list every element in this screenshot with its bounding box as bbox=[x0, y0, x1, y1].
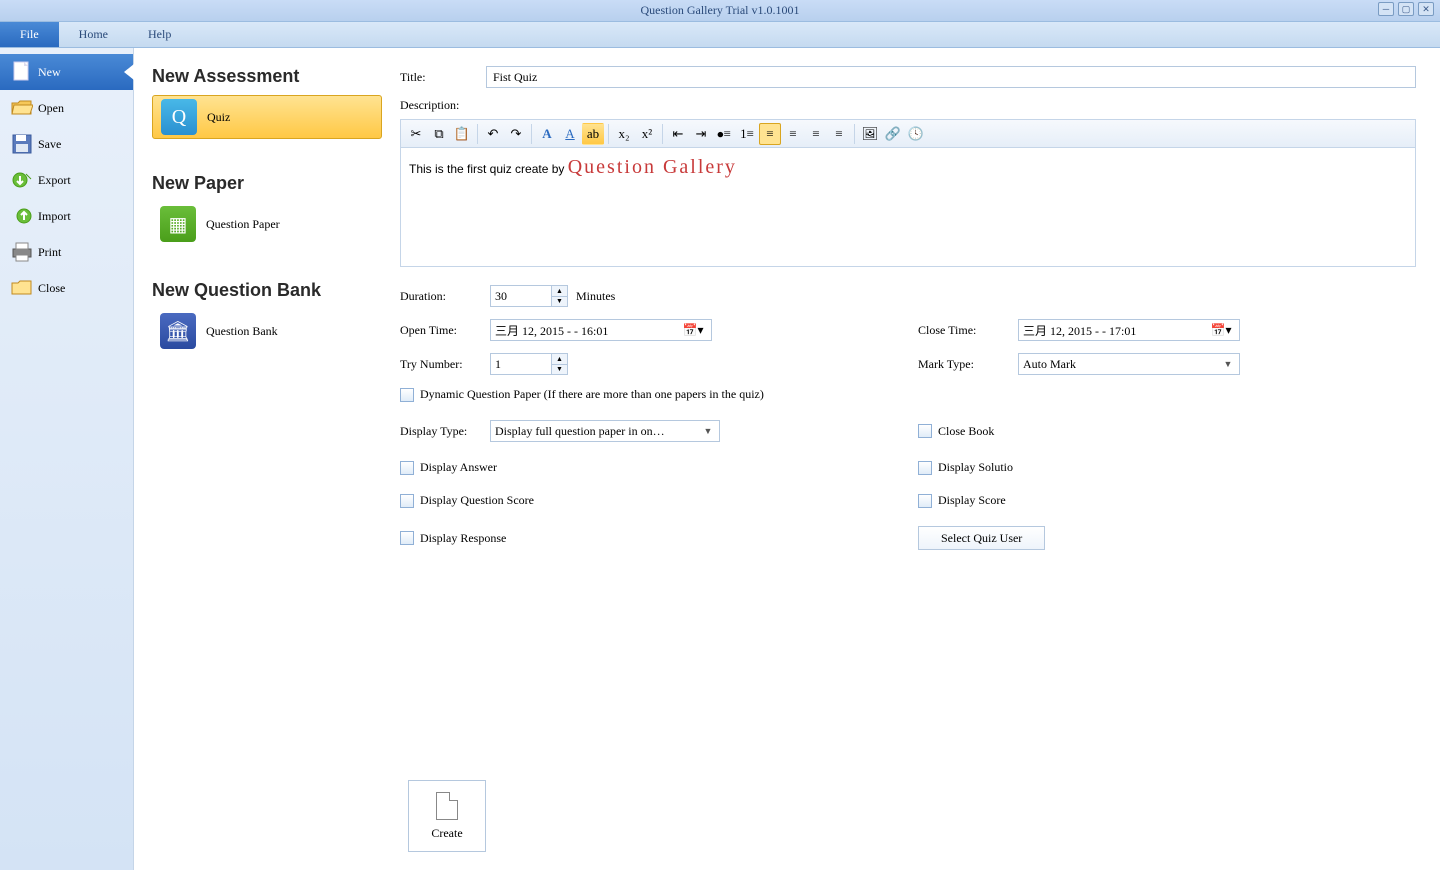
create-button[interactable]: Create bbox=[408, 780, 486, 852]
redo-icon[interactable]: ↷ bbox=[505, 123, 527, 145]
try-number-label: Try Number: bbox=[400, 357, 490, 372]
dynamic-label: Dynamic Question Paper (If there are mor… bbox=[420, 387, 764, 402]
close-time-picker[interactable]: 三月 12, 2015 - - 17:01 📅▾ bbox=[1018, 319, 1240, 341]
title-bar: Question Gallery Trial v1.0.1001 ─ ▢ ✕ bbox=[0, 0, 1440, 22]
heading-assessment: New Assessment bbox=[152, 66, 382, 87]
chevron-down-icon[interactable]: ▼ bbox=[701, 426, 715, 436]
sidebar-item-new[interactable]: New bbox=[0, 54, 133, 90]
display-response-checkbox[interactable] bbox=[400, 531, 414, 545]
menu-bar: File Home Help bbox=[0, 22, 1440, 48]
import-icon bbox=[10, 205, 34, 227]
display-answer-checkbox[interactable] bbox=[400, 461, 414, 475]
spin-down-icon[interactable]: ▼ bbox=[552, 365, 567, 375]
cut-icon[interactable]: ✂ bbox=[405, 123, 427, 145]
chevron-down-icon[interactable]: ▼ bbox=[1221, 359, 1235, 369]
description-highlight: Question Gallery bbox=[568, 156, 737, 178]
display-qscore-checkbox[interactable] bbox=[400, 494, 414, 508]
indent-icon[interactable]: ⇤ bbox=[667, 123, 689, 145]
menu-home[interactable]: Home bbox=[59, 22, 128, 47]
superscript-icon[interactable]: x² bbox=[636, 123, 658, 145]
align-center-icon[interactable]: ≡ bbox=[782, 123, 804, 145]
question-paper-icon: ▦ bbox=[160, 206, 196, 242]
image-icon[interactable]: 🖼 bbox=[859, 123, 881, 145]
sidebar-item-save[interactable]: Save bbox=[0, 126, 133, 162]
dynamic-checkbox[interactable] bbox=[400, 388, 414, 402]
align-left-icon[interactable]: ≡ bbox=[759, 123, 781, 145]
heading-bank: New Question Bank bbox=[152, 280, 382, 301]
display-solution-checkbox[interactable] bbox=[918, 461, 932, 475]
align-right-icon[interactable]: ≡ bbox=[805, 123, 827, 145]
duration-unit: Minutes bbox=[576, 289, 615, 304]
print-icon bbox=[10, 241, 34, 263]
select-quiz-user-button[interactable]: Select Quiz User bbox=[918, 526, 1045, 550]
spin-up-icon[interactable]: ▲ bbox=[552, 286, 567, 297]
undo-icon[interactable]: ↶ bbox=[482, 123, 504, 145]
quiz-icon: Q bbox=[161, 99, 197, 135]
minimize-button[interactable]: ─ bbox=[1378, 2, 1394, 16]
close-time-label: Close Time: bbox=[918, 323, 1018, 338]
file-sidebar: New Open Save Export Import Print Close bbox=[0, 48, 134, 870]
try-number-spinner[interactable]: ▲▼ bbox=[490, 353, 568, 375]
item-quiz[interactable]: Q Quiz bbox=[152, 95, 382, 139]
calendar-dropdown-icon[interactable]: 📅▾ bbox=[1207, 323, 1235, 338]
number-list-icon[interactable]: 1≡ bbox=[736, 123, 758, 145]
editor-toolbar: ✂ ⧉ 📋 ↶ ↷ A A ab x₂ x² ⇤ ⇥ ⦁≡ 1≡ ≡ ≡ ≡ ≡… bbox=[400, 119, 1416, 147]
close-window-button[interactable]: ✕ bbox=[1418, 2, 1434, 16]
bullet-list-icon[interactable]: ⦁≡ bbox=[713, 123, 735, 145]
subscript-icon[interactable]: x₂ bbox=[613, 123, 635, 145]
copy-icon[interactable]: ⧉ bbox=[428, 123, 450, 145]
folder-icon bbox=[10, 277, 34, 299]
title-label: Title: bbox=[400, 70, 486, 85]
sidebar-item-open[interactable]: Open bbox=[0, 90, 133, 126]
document-icon bbox=[436, 792, 458, 820]
main-form: Title: Description: ✂ ⧉ 📋 ↶ ↷ A A ab x₂ … bbox=[392, 48, 1440, 870]
font-face-icon[interactable]: A bbox=[536, 123, 558, 145]
menu-file[interactable]: File bbox=[0, 22, 59, 47]
outdent-icon[interactable]: ⇥ bbox=[690, 123, 712, 145]
mark-type-select[interactable]: Auto Mark▼ bbox=[1018, 353, 1240, 375]
question-bank-icon: 🏛 bbox=[160, 313, 196, 349]
duration-label: Duration: bbox=[400, 289, 490, 304]
item-question-bank[interactable]: 🏛 Question Bank bbox=[152, 309, 382, 353]
open-time-picker[interactable]: 三月 12, 2015 - - 16:01 📅▾ bbox=[490, 319, 712, 341]
sidebar-item-close[interactable]: Close bbox=[0, 270, 133, 306]
mark-type-label: Mark Type: bbox=[918, 357, 1018, 372]
new-panel: New Assessment Q Quiz New Paper ▦ Questi… bbox=[134, 48, 392, 870]
window-title: Question Gallery Trial v1.0.1001 bbox=[641, 3, 800, 18]
calendar-dropdown-icon[interactable]: 📅▾ bbox=[679, 323, 707, 338]
highlight-icon[interactable]: ab bbox=[582, 123, 604, 145]
description-editor[interactable]: This is the first quiz create by Questio… bbox=[400, 147, 1416, 267]
paste-icon[interactable]: 📋 bbox=[451, 123, 473, 145]
link-icon[interactable]: 🔗 bbox=[882, 123, 904, 145]
item-question-paper[interactable]: ▦ Question Paper bbox=[152, 202, 382, 246]
title-input[interactable] bbox=[486, 66, 1416, 88]
duration-spinner[interactable]: ▲▼ bbox=[490, 285, 568, 307]
folder-open-icon bbox=[10, 97, 34, 119]
font-color-icon[interactable]: A bbox=[559, 123, 581, 145]
display-type-label: Display Type: bbox=[400, 424, 490, 439]
sidebar-item-import[interactable]: Import bbox=[0, 198, 133, 234]
sidebar-item-print[interactable]: Print bbox=[0, 234, 133, 270]
spin-down-icon[interactable]: ▼ bbox=[552, 297, 567, 307]
sidebar-item-export[interactable]: Export bbox=[0, 162, 133, 198]
clock-icon[interactable]: 🕓 bbox=[905, 123, 927, 145]
display-score-checkbox[interactable] bbox=[918, 494, 932, 508]
close-book-label: Close Book bbox=[938, 424, 994, 439]
heading-paper: New Paper bbox=[152, 173, 382, 194]
open-time-label: Open Time: bbox=[400, 323, 490, 338]
description-label: Description: bbox=[400, 98, 459, 112]
align-justify-icon[interactable]: ≡ bbox=[828, 123, 850, 145]
menu-help[interactable]: Help bbox=[128, 22, 191, 47]
export-icon bbox=[10, 169, 34, 191]
close-book-checkbox[interactable] bbox=[918, 424, 932, 438]
display-type-select[interactable]: Display full question paper in on…▼ bbox=[490, 420, 720, 442]
new-document-icon bbox=[10, 61, 34, 83]
spin-up-icon[interactable]: ▲ bbox=[552, 354, 567, 365]
save-icon bbox=[10, 133, 34, 155]
maximize-button[interactable]: ▢ bbox=[1398, 2, 1414, 16]
